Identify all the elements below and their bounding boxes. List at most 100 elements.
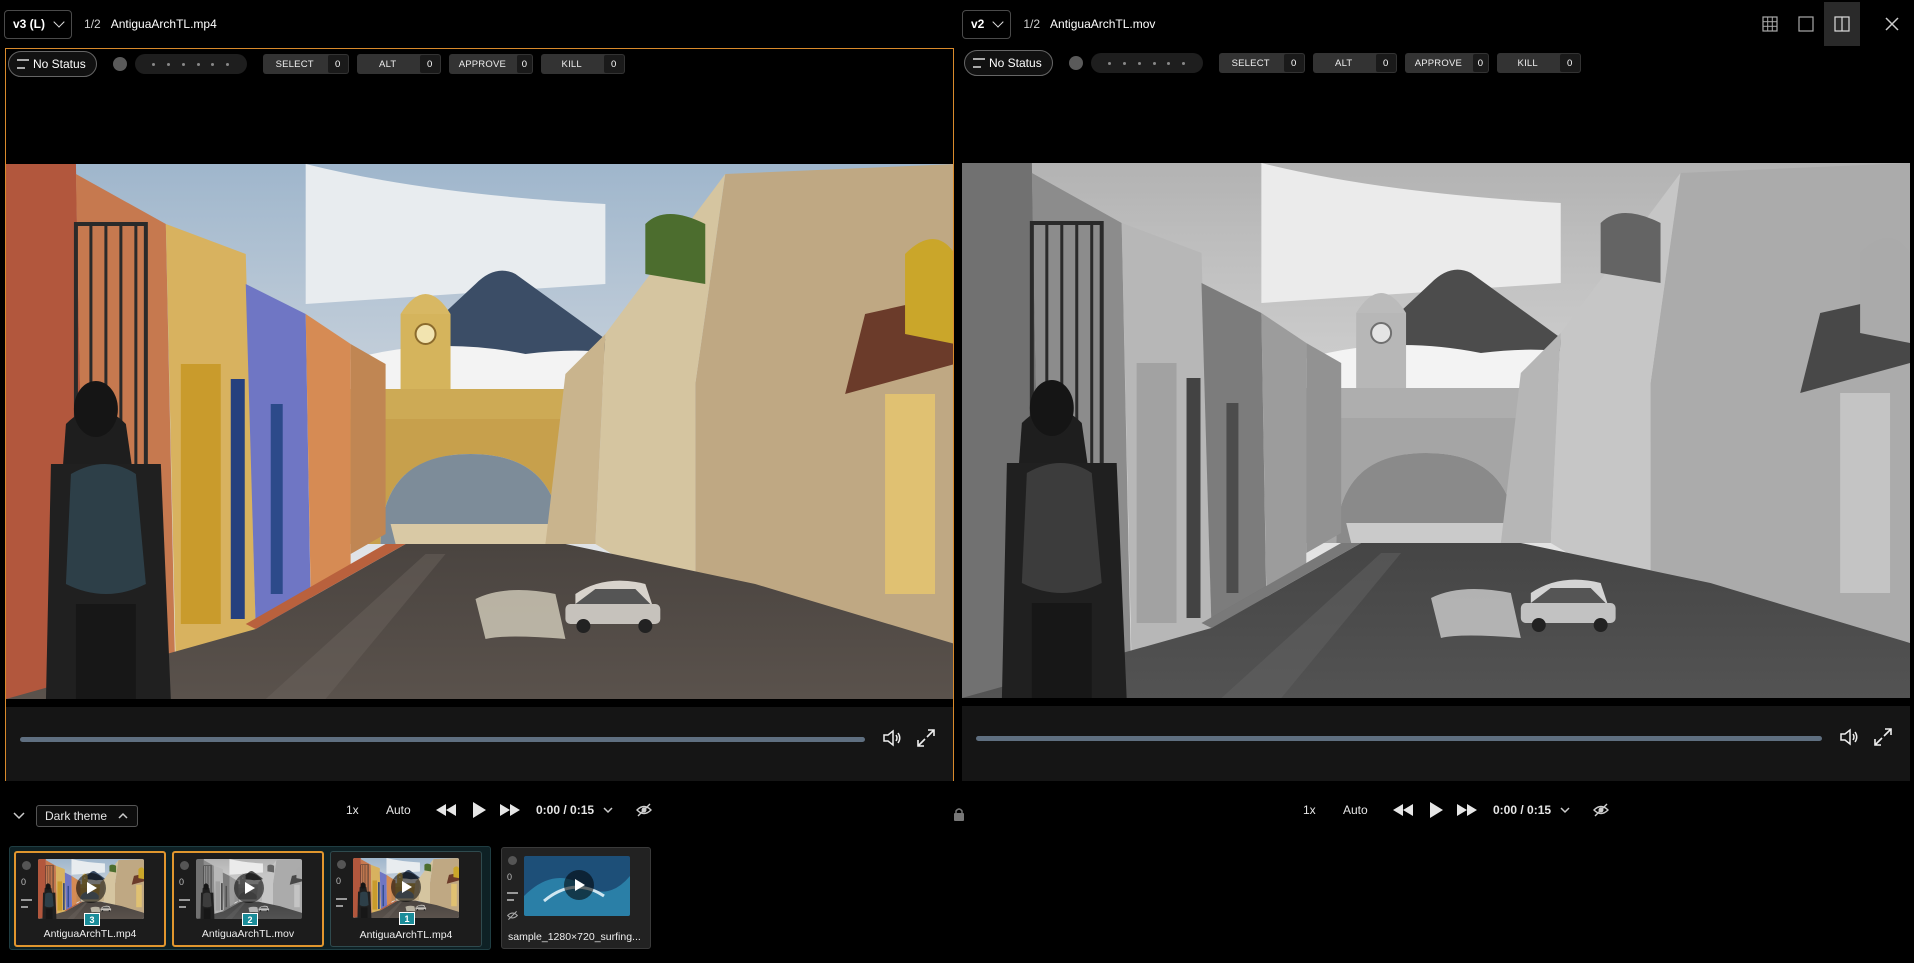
theme-row: Dark theme	[12, 805, 139, 827]
left-tag-alt[interactable]: ALT 0	[356, 54, 441, 74]
comment-count: 0	[336, 876, 342, 886]
volume-icon[interactable]	[881, 727, 903, 749]
hide-annotations-icon[interactable]	[1593, 802, 1610, 818]
thumbnail-caption: AntiguaArchTL.mp4	[359, 929, 453, 941]
rewind-icon[interactable]	[1391, 802, 1415, 818]
split-view-button[interactable]	[1824, 2, 1860, 46]
left-status-button[interactable]: No Status	[8, 51, 97, 77]
right-status-label: No Status	[989, 56, 1042, 70]
right-version-label: v2	[971, 17, 985, 31]
right-time: 0:00 / 0:15	[1493, 803, 1552, 817]
left-page-count: 1/2	[84, 17, 101, 31]
version-stack: 0 3 AntiguaArchTL.mp4 ✕ 0 2 AntiguaArchT…	[9, 846, 491, 950]
left-video-frame[interactable]	[6, 164, 953, 699]
left-review-bar: No Status SELECT 0 ALT 0 APPROVE 0 KILL 0	[8, 51, 953, 77]
chevron-down-icon[interactable]	[602, 804, 614, 816]
color-label-dot[interactable]	[337, 860, 346, 869]
version-badge: 1	[399, 912, 415, 925]
filmstrip-item[interactable]: 0 1 AntiguaArchTL.mp4	[330, 851, 482, 947]
play-icon[interactable]	[391, 872, 421, 902]
right-tag-approve[interactable]: APPROVE 0	[1404, 53, 1489, 73]
left-quality[interactable]: Auto	[386, 803, 422, 817]
play-icon[interactable]	[470, 801, 488, 819]
color-label-dot[interactable]	[180, 861, 189, 870]
left-viewer-panel: No Status SELECT 0 ALT 0 APPROVE 0 KILL 0	[5, 48, 954, 781]
right-review-bar: No Status SELECT 0 ALT 0 APPROVE 0 KILL 0	[964, 50, 1910, 76]
fullscreen-icon[interactable]	[1872, 726, 1894, 748]
left-version-select[interactable]: v3 (L)	[4, 9, 73, 39]
comment-count: 0	[21, 877, 27, 887]
grid-view-button[interactable]	[1752, 2, 1788, 46]
lock-icon[interactable]	[952, 806, 966, 822]
version-badge: 3	[84, 913, 100, 926]
right-page-count: 1/2	[1023, 17, 1041, 31]
comment-count: 0	[179, 877, 185, 887]
left-version-label: v3 (L)	[13, 17, 46, 31]
left-star-rating[interactable]	[134, 54, 247, 74]
chevron-up-icon	[118, 812, 128, 819]
color-label-dot[interactable]	[508, 856, 517, 865]
close-icon	[1885, 17, 1899, 31]
right-color-label-dot[interactable]	[1068, 56, 1083, 70]
left-color-label-dot[interactable]	[112, 57, 127, 71]
status-lines-icon	[973, 58, 985, 68]
right-version-select[interactable]: v2	[962, 9, 1012, 39]
filmstrip-item[interactable]: 0 2 AntiguaArchTL.mov	[172, 851, 324, 947]
close-button[interactable]	[1874, 2, 1910, 46]
filmstrip-item[interactable]: 0 3 AntiguaArchTL.mp4	[14, 851, 166, 947]
grid-view-icon	[1762, 16, 1778, 32]
right-video-controls	[962, 706, 1910, 781]
status-lines-icon	[21, 899, 32, 908]
view-mode-toolbar	[1752, 0, 1914, 48]
right-status-button[interactable]: No Status	[964, 50, 1053, 76]
left-tag-kill[interactable]: KILL 0	[540, 54, 625, 74]
left-file-name: AntiguaArchTL.mp4	[110, 17, 217, 31]
hide-annotations-icon	[507, 910, 518, 921]
right-speed[interactable]: 1x	[1303, 803, 1331, 817]
play-icon[interactable]	[564, 870, 594, 900]
status-lines-icon	[336, 898, 347, 907]
left-time: 0:00 / 0:15	[536, 803, 595, 817]
volume-icon[interactable]	[1838, 726, 1860, 748]
right-quality[interactable]: Auto	[1343, 803, 1379, 817]
filmstrip-item[interactable]: 0 sample_1280×720_surfing...	[501, 847, 651, 949]
status-lines-icon	[179, 899, 190, 908]
single-view-icon	[1798, 16, 1814, 32]
theme-select[interactable]: Dark theme	[36, 805, 139, 827]
play-icon[interactable]	[76, 873, 106, 903]
left-progress-bar[interactable]	[20, 737, 865, 742]
right-video-frame[interactable]	[962, 163, 1910, 698]
fullscreen-icon[interactable]	[915, 727, 937, 749]
version-badge: 2	[242, 913, 258, 926]
thumbnail-caption: sample_1280×720_surfing...	[508, 931, 641, 943]
left-tag-select[interactable]: SELECT 0	[262, 54, 349, 74]
thumbnail-caption: AntiguaArchTL.mov	[201, 928, 295, 940]
right-playback-controls: 1x Auto 0:00 / 0:15	[1303, 795, 1610, 825]
chevron-down-icon	[53, 16, 65, 28]
right-viewer-panel: No Status SELECT 0 ALT 0 APPROVE 0 KILL 0	[962, 48, 1910, 781]
color-label-dot[interactable]	[22, 861, 31, 870]
right-file-name: AntiguaArchTL.mov	[1050, 17, 1156, 31]
theme-label: Dark theme	[45, 809, 108, 823]
left-playback-controls: 1x Auto 0:00 / 0:15	[346, 795, 653, 825]
right-star-rating[interactable]	[1090, 53, 1203, 73]
left-viewer-header: v3 (L) 1/2 AntiguaArchTL.mp4	[0, 0, 960, 48]
right-tag-select[interactable]: SELECT 0	[1218, 53, 1305, 73]
status-lines-icon	[17, 59, 29, 69]
left-tag-approve[interactable]: APPROVE 0	[448, 54, 533, 74]
fast-forward-icon[interactable]	[1455, 802, 1479, 818]
rewind-icon[interactable]	[434, 802, 458, 818]
hide-annotations-icon[interactable]	[636, 802, 653, 818]
single-view-button[interactable]	[1788, 2, 1824, 46]
left-speed[interactable]: 1x	[346, 803, 374, 817]
right-tag-kill[interactable]: KILL 0	[1496, 53, 1581, 73]
status-lines-icon	[507, 892, 518, 901]
right-progress-bar[interactable]	[976, 736, 1822, 741]
fast-forward-icon[interactable]	[498, 802, 522, 818]
right-tag-alt[interactable]: ALT 0	[1312, 53, 1397, 73]
collapse-chevron-icon[interactable]	[12, 809, 26, 823]
chevron-down-icon[interactable]	[1559, 804, 1571, 816]
play-icon[interactable]	[1427, 801, 1445, 819]
play-icon[interactable]	[234, 873, 264, 903]
left-video-controls	[6, 707, 953, 781]
